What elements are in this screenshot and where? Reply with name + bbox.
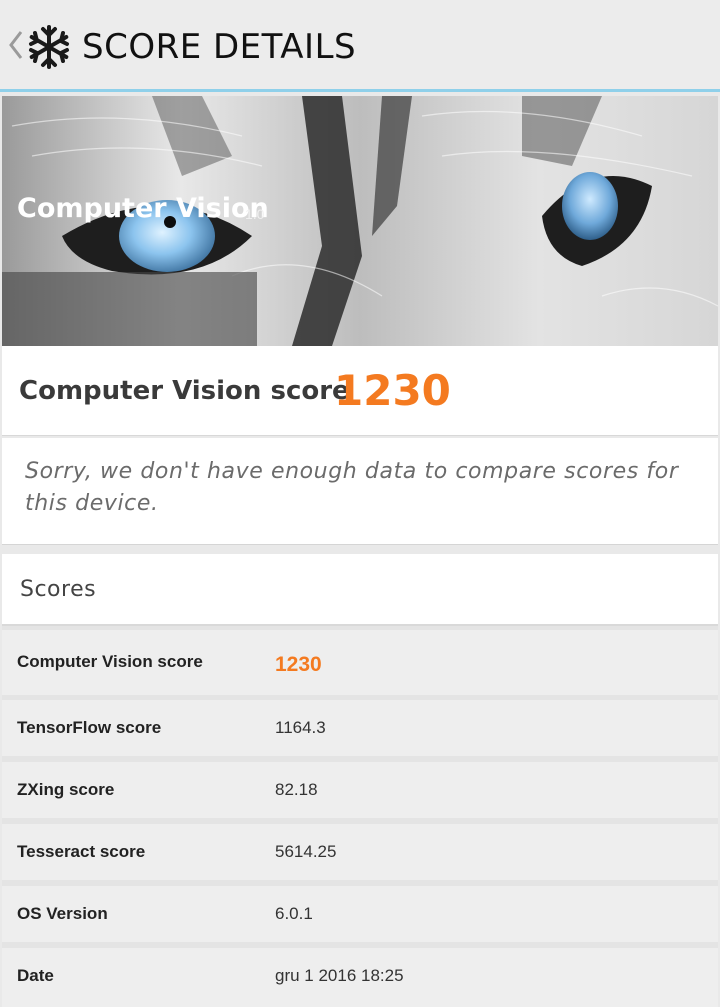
row-label: Tesseract score [17, 842, 146, 861]
table-row: Date gru 1 2016 18:25 [2, 948, 718, 1007]
row-label: TensorFlow score [17, 718, 162, 737]
row-value: 6.0.1 [275, 904, 313, 923]
score-summary-card: Computer Vision score 1230 [2, 346, 718, 436]
comparison-notice-text: Sorry, we don't have enough data to comp… [25, 459, 679, 516]
row-label: ZXing score [17, 780, 115, 799]
scores-panel: Scores Computer Vision score 1230 Tensor… [2, 554, 718, 1007]
row-value: 1164.3 [275, 718, 326, 737]
scores-header: Scores [2, 554, 718, 626]
benchmark-version: 1.0 [245, 206, 265, 222]
table-row: Tesseract score 5614.25 [2, 824, 718, 880]
table-row: ZXing score 82.18 [2, 762, 718, 818]
score-summary-value: 1230 [334, 366, 451, 415]
row-label: Date [17, 966, 54, 985]
snowflake-logo-icon [26, 24, 72, 70]
comparison-notice-card: Sorry, we don't have enough data to comp… [2, 438, 718, 545]
score-summary-label: Computer Vision score [19, 376, 350, 406]
hero-caption-band [2, 272, 257, 346]
back-chevron-icon[interactable] [6, 28, 26, 62]
benchmark-title: Computer Vision [17, 193, 269, 224]
row-label: Computer Vision score [17, 652, 203, 671]
table-row: Computer Vision score 1230 [2, 630, 718, 695]
row-value: 1230 [275, 653, 322, 676]
row-value: gru 1 2016 18:25 [275, 966, 404, 985]
table-row: OS Version 6.0.1 [2, 886, 718, 942]
page-title: SCORE DETAILS [82, 27, 357, 67]
row-value: 82.18 [275, 780, 318, 799]
top-bar: SCORE DETAILS [0, 0, 720, 92]
row-value: 5614.25 [275, 842, 337, 861]
scores-title: Scores [20, 577, 97, 602]
table-row: TensorFlow score 1164.3 [2, 700, 718, 756]
row-label: OS Version [17, 904, 108, 923]
